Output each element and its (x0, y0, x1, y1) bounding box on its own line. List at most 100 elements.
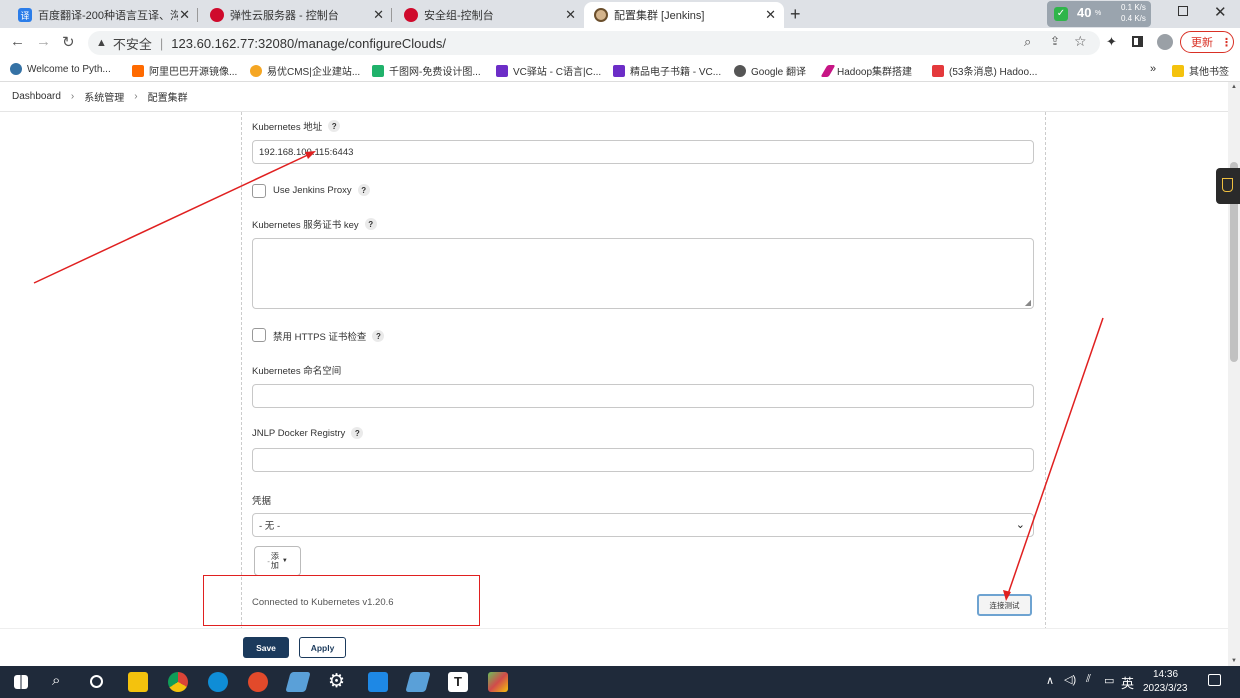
resize-handle-icon[interactable]: ◢ (1025, 298, 1031, 307)
cert-key-label: Kubernetes 服务证书 key ? (252, 217, 377, 231)
use-jenkins-proxy-checkbox[interactable] (252, 184, 266, 198)
terminal-icon[interactable] (368, 672, 388, 692)
bookmark-item[interactable]: Hadoop集群搭建 (820, 63, 912, 78)
search-icon[interactable]: ⌕ (52, 672, 60, 689)
profile-avatar[interactable] (1157, 34, 1173, 50)
bookmark-label: 千图网-免费设计图... (389, 67, 481, 78)
side-panel-icon[interactable] (1132, 36, 1143, 47)
scroll-up-arrow-icon[interactable]: ▲ (1231, 84, 1237, 90)
tab-ecs-console[interactable]: 弹性云服务器 - 控制台 ✕ (200, 2, 392, 28)
tab-divider (391, 8, 392, 22)
other-bookmarks[interactable]: 其他书签 (1172, 63, 1229, 78)
settings-gear-icon[interactable]: ⚙ (328, 670, 345, 693)
bookmark-item[interactable]: 易优CMS|企业建站... (250, 63, 360, 78)
cpu-percent: 40 (1077, 5, 1092, 20)
reload-icon[interactable]: ↻ (62, 33, 75, 51)
close-icon[interactable]: ✕ (565, 7, 576, 23)
url-text[interactable]: 123.60.162.77:32080/manage/configureClou… (171, 36, 446, 51)
jnlp-registry-input[interactable] (252, 448, 1034, 472)
jenkins-icon (594, 8, 608, 22)
help-icon[interactable]: ? (372, 330, 385, 342)
new-tab-button[interactable]: + (790, 4, 801, 25)
bookmarks-bar: Welcome to Pyth... 阿里巴巴开源镜像... 易优CMS|企业建… (0, 58, 1240, 82)
breadcrumb-manage[interactable]: 系统管理 (84, 89, 124, 104)
breadcrumb-configure-clouds[interactable]: 配置集群 (148, 89, 188, 104)
save-button[interactable]: Save (243, 637, 289, 658)
disable-https-check-label: 禁用 HTTPS 证书检查 ? (273, 329, 385, 343)
back-icon[interactable]: ← (10, 33, 25, 50)
restore-window-icon[interactable] (1178, 6, 1188, 16)
bookmark-item[interactable]: 精品电子书籍 - VC... (613, 63, 721, 78)
breadcrumb: Dashboard › 系统管理 › 配置集群 (0, 82, 1228, 112)
main-content: Kubernetes 地址 ? 192.168.100.115:6443 Use… (0, 112, 1228, 666)
scroll-down-arrow-icon[interactable]: ▼ (1231, 658, 1237, 664)
tab-baidu-translate[interactable]: 译 百度翻译-200种语言互译、沟通 ✕ (8, 2, 198, 28)
omnibox[interactable]: ▲ 不安全 | 123.60.162.77:32080/manage/confi… (88, 31, 1100, 55)
bookmark-item[interactable]: 千图网-免费设计图... (372, 63, 481, 78)
help-icon[interactable]: ? (364, 218, 377, 230)
help-icon[interactable]: ? (357, 184, 370, 196)
k8s-url-input[interactable]: 192.168.100.115:6443 (252, 140, 1034, 164)
volume-icon[interactable]: ◁) (1064, 673, 1076, 686)
extensions-icon[interactable]: ✦ (1106, 34, 1117, 50)
insecure-label: 不安全 (112, 36, 152, 52)
ime-indicator[interactable]: 英 (1121, 673, 1134, 692)
section-border-left (241, 112, 242, 630)
add-credentials-label: 添加 (270, 552, 279, 570)
bookmarks-overflow[interactable]: » (1150, 63, 1156, 75)
network-icon[interactable]: ⫽ (1086, 673, 1091, 686)
tray-chevron-up-icon[interactable]: ∧ (1046, 674, 1054, 687)
forward-icon[interactable]: → (36, 33, 51, 50)
credentials-selected-value: - 无 - (259, 521, 281, 532)
close-icon[interactable]: ✕ (373, 7, 384, 23)
windows-start-icon[interactable] (14, 675, 28, 689)
apply-button[interactable]: Apply (299, 637, 346, 658)
chrome-icon[interactable] (168, 672, 188, 692)
key-icon: - (267, 556, 270, 566)
tab-title: 百度翻译-200种语言互译、沟通 (38, 10, 178, 22)
add-credentials-button[interactable]: - 添加 ▼ (254, 546, 301, 576)
share-icon[interactable]: ⇪ (1050, 34, 1060, 48)
task-view-icon[interactable] (90, 675, 103, 688)
cert-key-textarea[interactable]: ◢ (252, 238, 1034, 309)
close-icon[interactable]: ✕ (179, 7, 190, 23)
typora-icon[interactable]: T (448, 672, 468, 692)
close-window-icon[interactable]: ✕ (1214, 3, 1227, 21)
other-bookmarks-label: 其他书签 (1189, 67, 1229, 78)
tab-jenkins-configure-clouds[interactable]: 配置集群 [Jenkins] ✕ (584, 2, 784, 28)
cup-icon (1222, 178, 1233, 192)
huawei-cloud-icon (210, 8, 224, 22)
notification-icon[interactable] (1208, 674, 1221, 686)
notepad-icon[interactable] (405, 672, 431, 692)
help-icon[interactable]: ? (328, 120, 341, 132)
zoom-icon[interactable]: ⌕ (1024, 34, 1031, 50)
floating-helper-widget[interactable] (1216, 168, 1240, 204)
tab-security-group[interactable]: 安全组-控制台 ✕ (394, 2, 584, 28)
bookmark-item[interactable]: VC驿站 - C语言|C... (496, 63, 601, 78)
notepad-icon[interactable] (285, 672, 311, 692)
use-jenkins-proxy-label-text: Use Jenkins Proxy (273, 184, 352, 196)
bookmark-star-icon[interactable]: ☆ (1074, 33, 1087, 50)
help-icon[interactable]: ? (351, 427, 364, 439)
test-connection-button[interactable]: 连接测试 (977, 594, 1032, 616)
bookmark-item[interactable]: 阿里巴巴开源镜像... (132, 63, 237, 78)
namespace-input[interactable] (252, 384, 1034, 408)
credentials-select[interactable]: - 无 - ⌄ (252, 513, 1034, 537)
app-icon[interactable] (248, 672, 268, 692)
update-button[interactable]: 更新 ⋮ (1180, 31, 1234, 53)
bookmark-item[interactable]: (53条消息) Hadoo... (932, 63, 1037, 78)
close-icon[interactable]: ✕ (765, 7, 776, 23)
breadcrumb-dashboard[interactable]: Dashboard (12, 91, 61, 102)
save-label: Save (256, 642, 276, 653)
folder-icon (1172, 64, 1184, 77)
bookmark-item[interactable]: Google 翻译 (734, 63, 806, 78)
clock-time[interactable]: 14:36 (1153, 669, 1178, 680)
clock-date[interactable]: 2023/3/23 (1143, 683, 1188, 694)
edge-icon[interactable] (208, 672, 228, 692)
image-viewer-icon[interactable] (488, 672, 508, 692)
disable-https-check-checkbox[interactable] (252, 328, 266, 342)
bookmark-item[interactable]: Welcome to Pyth... (10, 63, 111, 75)
file-explorer-icon[interactable] (128, 672, 148, 692)
network-monitor-widget: ✓ 40 % 0.1 K/s 0.4 K/s (1047, 1, 1151, 27)
keyboard-icon[interactable]: ▭ (1104, 674, 1114, 687)
